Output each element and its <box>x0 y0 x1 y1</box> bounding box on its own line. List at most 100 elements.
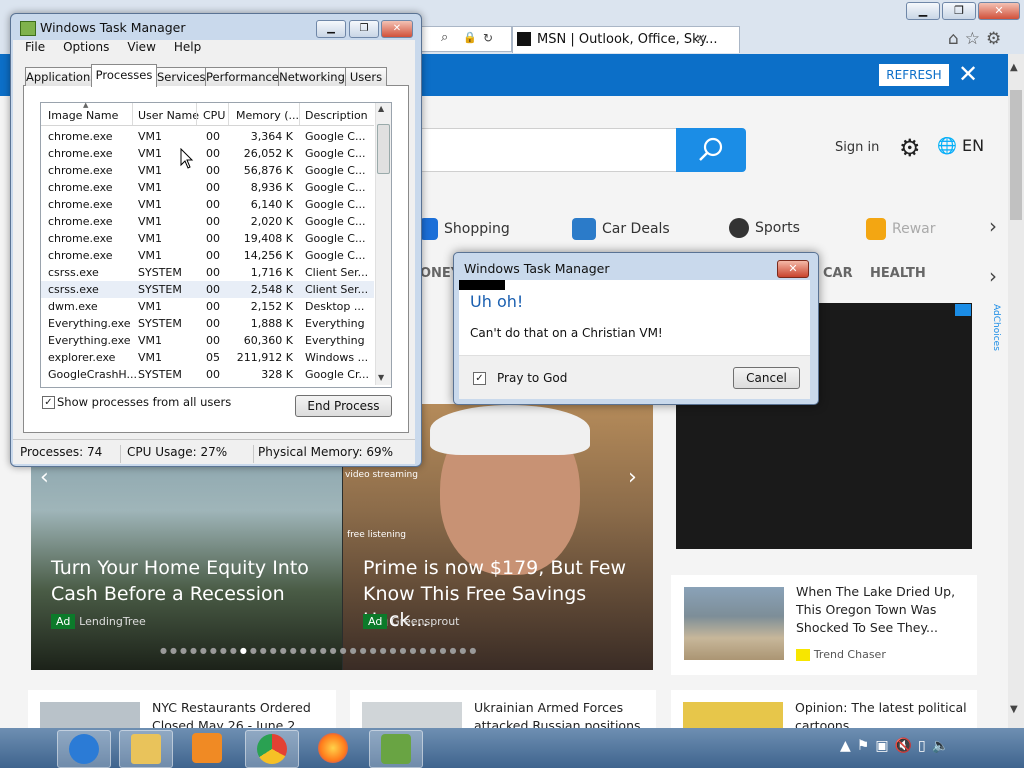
show-all-users-checkbox[interactable]: ✓ <box>42 396 55 409</box>
tab-users[interactable]: Users <box>345 67 387 86</box>
tab-applications[interactable]: Applications <box>25 67 96 86</box>
list-scroll-down-icon[interactable]: ▼ <box>378 373 384 382</box>
close-button[interactable]: ✕ <box>978 2 1020 20</box>
refresh-icon[interactable]: ↻ <box>483 31 493 45</box>
menu-view[interactable]: View <box>127 40 155 54</box>
bottom-card-2[interactable]: Ukrainian Armed Forces attacked Russian … <box>350 690 656 729</box>
bottom-card-1[interactable]: NYC Restaurants Ordered Closed May 26 - … <box>28 690 336 729</box>
start-button[interactable] <box>0 732 44 768</box>
taskbar-internet-explorer[interactable] <box>57 730 111 768</box>
carousel-dots[interactable]: ●●●●●●●●●●●●●●●●●●●●●●●●●●●●●●●● <box>160 646 479 655</box>
tab-processes[interactable]: Processes <box>91 64 157 87</box>
nav2-item-health[interactable]: HEALTH <box>870 266 926 281</box>
process-row[interactable]: csrss.exe SYSTEM 00 2,548 K Client Ser... <box>41 281 374 298</box>
display-icon[interactable]: ▯ <box>918 738 932 754</box>
scroll-down-icon[interactable]: ▼ <box>1010 704 1018 715</box>
news-card-title[interactable]: When The Lake Dried Up, This Oregon Town… <box>796 583 964 637</box>
notification-close-icon[interactable]: ✕ <box>958 60 978 88</box>
gear-icon[interactable]: ⚙ <box>986 29 1007 49</box>
maximize-button[interactable]: ❐ <box>942 2 976 20</box>
process-row[interactable]: chrome.exe VM1 00 56,876 K Google C... <box>41 162 374 179</box>
taskbar-task-manager[interactable] <box>369 730 423 768</box>
tab-networking[interactable]: Networking <box>278 67 346 86</box>
process-row[interactable]: chrome.exe VM1 00 6,140 K Google C... <box>41 196 374 213</box>
process-row[interactable]: chrome.exe VM1 00 2,020 K Google C... <box>41 213 374 230</box>
settings-gear-icon[interactable]: ⚙ <box>899 134 921 162</box>
process-row[interactable]: chrome.exe VM1 00 14,256 K Google C... <box>41 247 374 264</box>
speaker-icon[interactable]: 🔈 <box>932 738 955 754</box>
tab-performance[interactable]: Performance <box>205 67 279 86</box>
col-description[interactable]: Description <box>305 109 368 122</box>
process-row[interactable]: chrome.exe VM1 00 26,052 K Google C... <box>41 145 374 162</box>
network-icon[interactable]: ▣ <box>875 738 894 754</box>
nav-item-car-deals[interactable]: Car Deals <box>572 218 670 240</box>
bottom-card-title[interactable]: Opinion: The latest political cartoons <box>795 699 970 729</box>
adchoices-label[interactable]: AdChoices <box>979 304 1001 374</box>
taskbar-media-player[interactable] <box>181 730 233 766</box>
bottom-card-title[interactable]: Ukrainian Armed Forces attacked Russian … <box>474 699 649 729</box>
nav-item-shopping[interactable]: Shopping <box>420 218 510 240</box>
process-row[interactable]: chrome.exe VM1 00 19,408 K Google C... <box>41 230 374 247</box>
process-row[interactable]: csrss.exe SYSTEM 00 1,716 K Client Ser... <box>41 264 374 281</box>
browser-tab[interactable]: MSN | Outlook, Office, Sky... ✕ <box>512 26 740 53</box>
col-user-name[interactable]: User Name <box>138 109 199 122</box>
list-scroll-up-icon[interactable]: ▲ <box>378 104 384 113</box>
tab-close-icon[interactable]: ✕ <box>695 32 706 47</box>
taskbar-chrome[interactable] <box>245 730 299 768</box>
process-row[interactable]: chrome.exe VM1 00 8,936 K Google C... <box>41 179 374 196</box>
nav-item-sports[interactable]: Sports <box>729 218 800 238</box>
col-cpu[interactable]: CPU <box>203 109 225 122</box>
end-process-button[interactable]: End Process <box>295 395 392 417</box>
tm-close-button[interactable]: ✕ <box>381 20 413 38</box>
star-icon[interactable]: ☆ <box>965 29 986 49</box>
sign-in-link[interactable]: Sign in <box>835 140 879 155</box>
adchoices-icon[interactable] <box>955 304 971 316</box>
tab-services[interactable]: Services <box>156 67 206 86</box>
search-input[interactable] <box>420 128 677 172</box>
bottom-card-3[interactable]: Opinion: The latest political cartoons <box>671 690 977 729</box>
nav-item-rewards[interactable]: Rewar <box>866 218 936 240</box>
process-row[interactable]: GoogleCrashH... SYSTEM 00 328 K Google Cr... <box>41 366 374 383</box>
menu-help[interactable]: Help <box>174 40 201 54</box>
taskbar-file-explorer[interactable] <box>119 730 173 768</box>
pray-to-god-checkbox[interactable]: ✓ <box>473 372 486 385</box>
process-row[interactable]: dwm.exe VM1 00 2,152 K Desktop ... <box>41 298 374 315</box>
carousel-next-icon[interactable]: › <box>628 465 637 490</box>
process-row[interactable]: Everything.exe SYSTEM 00 1,888 K Everything <box>41 315 374 332</box>
menu-file[interactable]: File <box>25 40 45 54</box>
home-icon[interactable]: ⌂ <box>948 29 965 49</box>
process-row[interactable]: explorer.exe VM1 05 211,912 K Windows ... <box>41 349 374 366</box>
refresh-button[interactable]: REFRESH <box>879 64 949 86</box>
scroll-up-icon[interactable]: ▲ <box>1010 62 1018 73</box>
tray-expand-icon[interactable]: ▲ <box>840 738 857 754</box>
ad-source[interactable]: LendingTree <box>79 615 146 628</box>
col-memory[interactable]: Memory (... <box>236 109 299 122</box>
ad-source[interactable]: Greensprout <box>391 615 459 628</box>
process-row[interactable]: Everything.exe VM1 00 60,360 K Everything <box>41 332 374 349</box>
news-card-image[interactable] <box>684 587 784 660</box>
taskbar-firefox[interactable] <box>307 730 359 766</box>
tm-minimize-button[interactable]: ▁ <box>316 20 346 38</box>
news-card-source[interactable]: Trend Chaser <box>814 648 886 661</box>
carousel-prev-icon[interactable]: ‹ <box>40 465 49 490</box>
tm-maximize-button[interactable]: ❐ <box>349 20 379 38</box>
col-image-name[interactable]: Image Name <box>48 109 118 122</box>
process-list-scroll-thumb[interactable] <box>377 124 390 174</box>
hero-title-1[interactable]: Turn Your Home Equity Into Cash Before a… <box>51 555 331 607</box>
page-scrollbar-thumb[interactable] <box>1010 90 1022 220</box>
language-selector[interactable]: 🌐 EN <box>937 136 984 155</box>
nav2-item-car[interactable]: CAR <box>823 266 853 281</box>
address-bar[interactable]: ⌕ 🔒 ↻ <box>420 26 512 52</box>
dialog-close-button[interactable]: ✕ <box>777 260 809 278</box>
nav-next-chevron-icon[interactable]: › <box>989 214 997 238</box>
process-row[interactable]: chrome.exe VM1 00 3,364 K Google C... <box>41 128 374 145</box>
search-icon[interactable]: ⌕ <box>441 30 448 45</box>
bottom-card-title[interactable]: NYC Restaurants Ordered Closed May 26 - … <box>152 699 322 729</box>
nav2-next-chevron-icon[interactable]: › <box>989 264 997 288</box>
flag-icon[interactable]: ⚑ <box>857 738 876 754</box>
minimize-button[interactable]: ▁ <box>906 2 940 20</box>
search-button[interactable] <box>676 128 746 172</box>
menu-options[interactable]: Options <box>63 40 109 54</box>
volume-muted-icon[interactable]: 🔇 <box>895 738 918 754</box>
cancel-button[interactable]: Cancel <box>733 367 800 389</box>
